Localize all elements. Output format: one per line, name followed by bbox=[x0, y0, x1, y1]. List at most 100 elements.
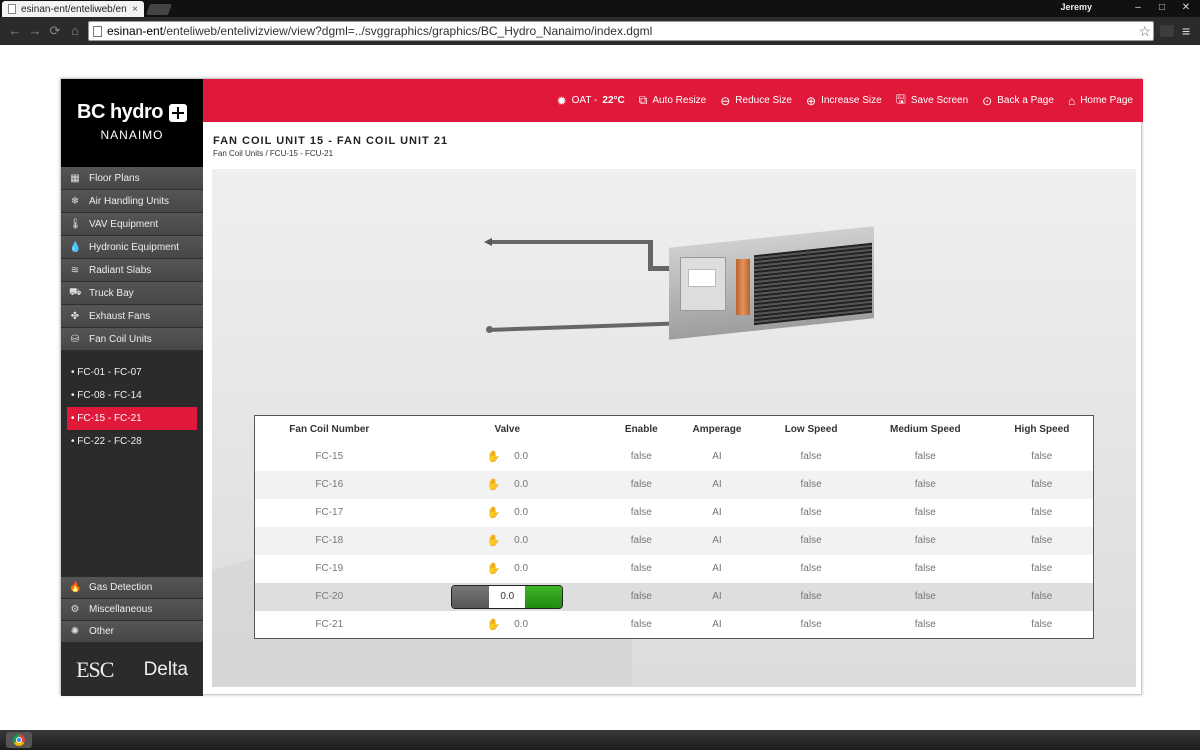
flame-icon: 🔥 bbox=[69, 582, 82, 593]
hand-icon: ✋ bbox=[486, 451, 501, 463]
chrome-taskbar-button[interactable] bbox=[6, 732, 32, 748]
back-icon[interactable]: ← bbox=[6, 22, 24, 40]
fan-coil-number: FC-18 bbox=[254, 526, 404, 555]
reduce-size-button[interactable]: ⊖ Reduce Size bbox=[720, 94, 792, 108]
reload-icon[interactable]: ⟳ bbox=[46, 22, 64, 40]
waves-icon: ≋ bbox=[70, 264, 80, 276]
save-screen-button[interactable]: 🖫 Save Screen bbox=[896, 90, 969, 111]
fan-coil-submenu: • FC-01 - FC-07 • FC-08 - FC-14 • FC-15 … bbox=[61, 351, 203, 453]
profile-name[interactable]: Jeremy bbox=[1060, 2, 1092, 12]
bookmark-star-icon[interactable]: ☆ bbox=[1138, 22, 1151, 40]
home-icon[interactable]: ⌂ bbox=[66, 22, 84, 40]
page-icon bbox=[8, 4, 16, 14]
bottom-menu: 🔥 Gas Detection ⚙ Miscellaneous ✺ Other bbox=[61, 577, 203, 643]
valve-cell[interactable]: ✋ 0.0 bbox=[403, 470, 611, 499]
valve-cell[interactable]: ✋ 0.0 bbox=[403, 526, 611, 555]
enable-value: false bbox=[630, 507, 652, 518]
medium-speed-value: false bbox=[914, 451, 936, 462]
high-speed-value: false bbox=[990, 470, 1094, 499]
sidebar-item-air-handling-units[interactable]: ❄ Air Handling Units bbox=[61, 190, 203, 213]
table-row: FC-21 ✋ 0.0 false AI false false false bbox=[255, 611, 1094, 639]
column-header: High Speed bbox=[1014, 423, 1070, 435]
low-speed-value: false bbox=[800, 507, 822, 518]
fan-coil-table: Fan Coil Number Valve Enable Amperage Lo… bbox=[254, 415, 1094, 639]
water-drop-icon: 💧 bbox=[69, 241, 82, 253]
amperage-value: AI bbox=[671, 582, 763, 611]
column-header: Low Speed bbox=[784, 423, 838, 435]
amperage-value: AI bbox=[671, 526, 763, 555]
submenu-item-fc-15-21[interactable]: • FC-15 - FC-21 bbox=[67, 407, 197, 430]
amperage-value: AI bbox=[712, 618, 722, 630]
valve-control[interactable]: 0.0 bbox=[451, 584, 564, 609]
app-window: BC hydro NANAIMO ▦ Floor Plans ❄ Air Handl… bbox=[60, 78, 1143, 696]
low-speed-value: false bbox=[762, 526, 860, 555]
sidebar-item-other[interactable]: ✺ Other bbox=[61, 621, 203, 643]
minimize-icon[interactable]: – bbox=[1126, 0, 1150, 15]
increase-size-button[interactable]: ⊕ Increase Size bbox=[806, 94, 882, 108]
fan-coil-number: FC-21 bbox=[315, 618, 344, 630]
home-page-button[interactable]: ⌂ Home Page bbox=[1068, 94, 1133, 108]
valve-open-button[interactable] bbox=[525, 585, 563, 608]
close-window-icon[interactable]: ✕ bbox=[1174, 0, 1198, 15]
valve-cell[interactable]: ✋ 0.0 bbox=[404, 555, 611, 583]
table-header-row: Fan Coil Number Valve Enable Amperage Lo… bbox=[255, 416, 1094, 443]
main-menu: ▦ Floor Plans ❄ Air Handling Units 🌡 VAV Eq… bbox=[61, 167, 203, 351]
amperage-value: AI bbox=[712, 563, 722, 574]
high-speed-value: false bbox=[1031, 618, 1053, 630]
valve-value[interactable]: 0.0 bbox=[489, 585, 526, 608]
medium-speed-value: false bbox=[859, 582, 991, 611]
sidebar-item-fan-coil-units[interactable]: ⛁ Fan Coil Units bbox=[61, 328, 203, 351]
page-title: FAN COIL UNIT 15 - FAN COIL UNIT 21 bbox=[213, 135, 449, 147]
extension-icon[interactable] bbox=[1160, 25, 1174, 37]
bc-hydro-logo[interactable]: BC hydro NANAIMO bbox=[61, 79, 203, 167]
low-speed-value: false bbox=[762, 582, 860, 611]
valve-cell[interactable]: ✋ 0.0 bbox=[404, 611, 611, 639]
thermometer-icon: 🌡 bbox=[69, 218, 82, 230]
enable-value: false bbox=[610, 470, 672, 499]
tab-close-icon[interactable]: × bbox=[132, 4, 138, 15]
sidebar-item-radiant-slabs[interactable]: ≋ Radiant Slabs bbox=[61, 259, 203, 282]
save-icon: 🖫 bbox=[895, 92, 906, 106]
sun-icon: ✺ bbox=[70, 626, 80, 637]
sidebar-item-floor-plans[interactable]: ▦ Floor Plans bbox=[61, 167, 203, 190]
amperage-value: AI bbox=[712, 507, 722, 518]
sidebar-item-gas-detection[interactable]: 🔥 Gas Detection bbox=[61, 577, 203, 599]
fan-coil-unit-illustration bbox=[484, 226, 884, 349]
new-tab-button[interactable] bbox=[145, 4, 173, 15]
fan-coil-icon: ⛁ bbox=[70, 333, 80, 345]
medium-speed-value: false bbox=[859, 526, 991, 555]
sidebar-item-truck-bay[interactable]: ⛟ Truck Bay bbox=[61, 282, 203, 305]
high-speed-value: false bbox=[1031, 451, 1053, 462]
enable-value: false bbox=[630, 618, 652, 630]
back-a-page-button[interactable]: ⊙ Back a Page bbox=[982, 94, 1054, 108]
valve-close-button[interactable] bbox=[452, 585, 490, 608]
sidebar-item-hydronic-equipment[interactable]: 💧 Hydronic Equipment bbox=[61, 236, 203, 259]
submenu-item-fc-08-14[interactable]: • FC-08 - FC-14 bbox=[67, 384, 197, 407]
valve-cell[interactable]: ✋ 0.0 bbox=[404, 443, 611, 471]
valve-cell[interactable]: 0.0 bbox=[403, 582, 611, 611]
maximize-icon[interactable]: □ bbox=[1150, 0, 1174, 15]
column-header: Medium Speed bbox=[890, 423, 961, 435]
sidebar-item-miscellaneous[interactable]: ⚙ Miscellaneous bbox=[61, 599, 203, 621]
submenu-item-fc-01-07[interactable]: • FC-01 - FC-07 bbox=[67, 361, 197, 384]
amperage-value: AI bbox=[712, 451, 722, 462]
truck-icon: ⛟ bbox=[69, 286, 82, 298]
medium-speed-value: false bbox=[914, 507, 936, 518]
valve-cell[interactable]: ✋ 0.0 bbox=[404, 499, 611, 527]
address-bar[interactable]: esinan-ent/enteliweb/entelivizview/view?… bbox=[88, 21, 1154, 41]
sidebar-item-exhaust-fans[interactable]: ✤ Exhaust Fans bbox=[61, 305, 203, 328]
browser-menu-icon[interactable]: ≡ bbox=[1182, 24, 1190, 38]
top-toolbar: ✹ OAT - 22°C ⧉ Auto Resize ⊖ Reduce Size ⊕… bbox=[203, 79, 1143, 122]
auto-resize-button[interactable]: ⧉ Auto Resize bbox=[639, 93, 707, 108]
medium-speed-value: false bbox=[859, 470, 991, 499]
browser-tab-strip: esinan-ent/enteliweb/ente × Jeremy – □ ✕ bbox=[0, 0, 1200, 17]
forward-icon[interactable]: → bbox=[26, 22, 44, 40]
hand-icon: ✋ bbox=[486, 563, 501, 575]
hand-icon: ✋ bbox=[486, 618, 501, 631]
high-speed-value: false bbox=[1031, 563, 1053, 574]
submenu-item-fc-22-28[interactable]: • FC-22 - FC-28 bbox=[67, 430, 197, 453]
sidebar-item-vav-equipment[interactable]: 🌡 VAV Equipment bbox=[61, 213, 203, 236]
browser-tab[interactable]: esinan-ent/enteliweb/ente × bbox=[2, 1, 144, 17]
oat-readout: ✹ OAT - 22°C bbox=[556, 93, 625, 108]
enable-value: false bbox=[610, 582, 672, 611]
